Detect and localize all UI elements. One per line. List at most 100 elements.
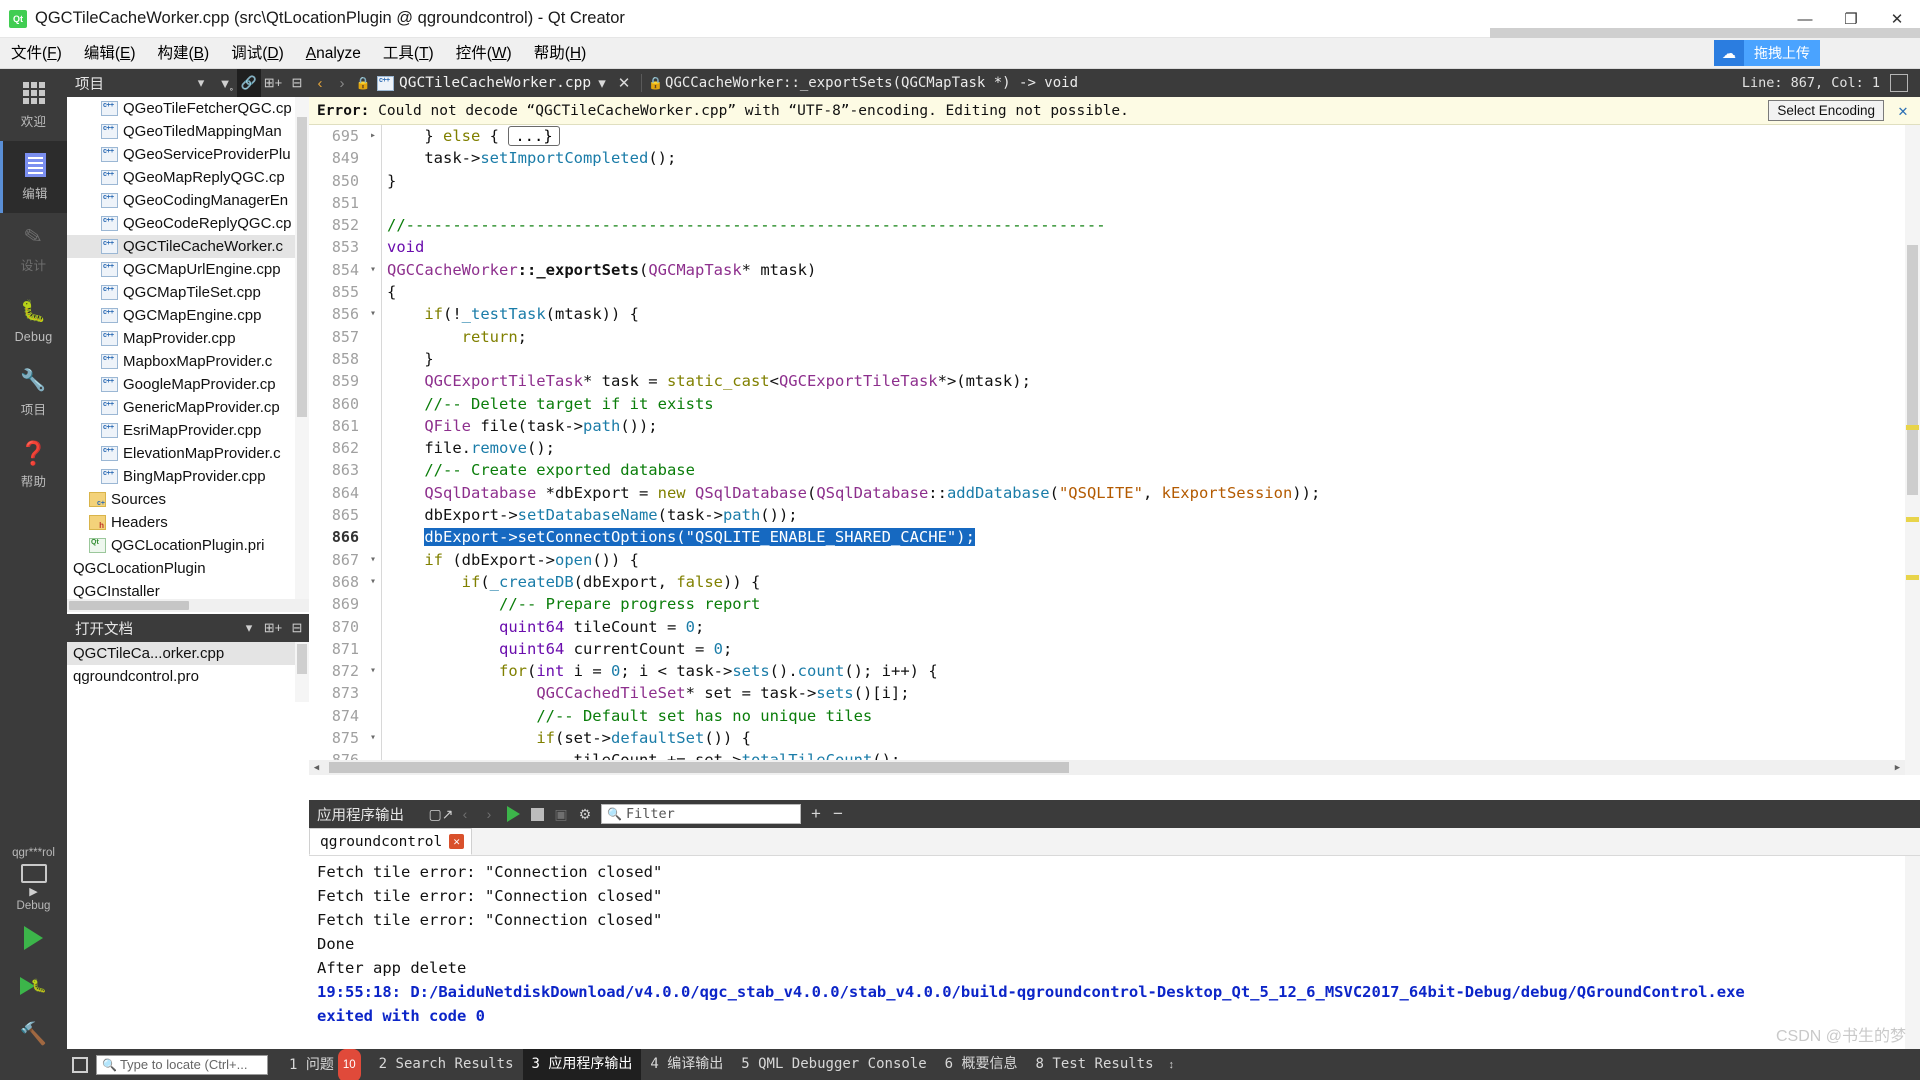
fold-marker-icon[interactable]: ▾	[365, 660, 381, 682]
menu-item-1[interactable]: 编辑(E)	[73, 38, 147, 69]
filter-icon[interactable]: ▼̥	[213, 69, 237, 97]
status-tab-8[interactable]: 8 Test Results	[1027, 1049, 1163, 1080]
fold-marker-icon[interactable]	[365, 326, 381, 348]
code-line[interactable]: 849 task->setImportCompleted();	[309, 147, 1920, 169]
output-vertical-scrollbar[interactable]	[1905, 856, 1920, 1058]
kit-selector[interactable]: qgr***rol ▶ Debug	[0, 843, 67, 914]
output-filter-input[interactable]: 🔍 Filter	[601, 804, 801, 824]
split-editor-icon[interactable]	[1890, 74, 1908, 92]
next-icon[interactable]: ›	[477, 800, 501, 828]
open-docs-chevron-down-icon[interactable]: ▾	[237, 614, 261, 642]
fold-marker-icon[interactable]	[365, 281, 381, 303]
status-tab-3[interactable]: 3 应用程序输出	[523, 1049, 642, 1080]
output-tab-qgroundcontrol[interactable]: qgroundcontrol ✕	[309, 828, 472, 855]
kit-selector-area[interactable]: qgr***rol ▶ Debug 🐛 🔨	[0, 843, 67, 1058]
upload-badge[interactable]: ☁ 拖拽上传	[1714, 40, 1820, 66]
tree-item[interactable]: BingMapProvider.cpp	[67, 465, 309, 488]
mode-帮助[interactable]: ❓帮助	[0, 429, 67, 501]
output-tab-close-icon[interactable]: ✕	[449, 834, 464, 849]
status-tab-1[interactable]: 1 问题10	[280, 1049, 370, 1080]
tree-item[interactable]: QGCInstaller	[67, 580, 309, 599]
code-line[interactable]: 868▾ if(_createDB(dbExport, false)) {	[309, 571, 1920, 593]
tree-item[interactable]: QGeoTiledMappingMan	[67, 120, 309, 143]
code-line[interactable]: 850}	[309, 170, 1920, 192]
nav-back-icon[interactable]: ‹	[309, 69, 331, 97]
open-document-item[interactable]: qgroundcontrol.pro	[67, 665, 309, 688]
code-line[interactable]: 866 dbExport->setConnectOptions("QSQLITE…	[309, 526, 1920, 548]
fold-marker-icon[interactable]	[365, 437, 381, 459]
tree-item[interactable]: EsriMapProvider.cpp	[67, 419, 309, 442]
code-line[interactable]: 851	[309, 192, 1920, 214]
code-line[interactable]: 871 quint64 currentCount = 0;	[309, 638, 1920, 660]
code-line[interactable]: 860 //-- Delete target if it exists	[309, 393, 1920, 415]
tree-item[interactable]: Sources	[67, 488, 309, 511]
fold-marker-icon[interactable]: ▸	[365, 125, 381, 147]
code-vertical-scrollbar[interactable]	[1905, 125, 1920, 775]
zoom-in-button[interactable]: +	[811, 804, 821, 824]
fold-marker-icon[interactable]	[365, 482, 381, 504]
tree-item[interactable]: ElevationMapProvider.c	[67, 442, 309, 465]
project-tree[interactable]: QGeoTileFetcherQGC.cpQGeoTiledMappingMan…	[67, 97, 309, 599]
open-documents-scrollbar[interactable]	[295, 642, 309, 702]
fold-marker-icon[interactable]	[365, 370, 381, 392]
fold-marker-icon[interactable]: ▾	[365, 259, 381, 281]
tree-item[interactable]: QGCMapTileSet.cpp	[67, 281, 309, 304]
menu-item-5[interactable]: 工具(T)	[372, 38, 445, 69]
debug-button[interactable]: 🐛	[0, 962, 67, 1010]
project-tree-scrollbar[interactable]	[295, 97, 309, 599]
mode-编辑[interactable]: 编辑	[0, 141, 67, 213]
fold-marker-icon[interactable]	[365, 214, 381, 236]
hscroll-left-icon[interactable]: ◀	[309, 760, 324, 775]
fold-marker-icon[interactable]	[365, 393, 381, 415]
open-docs-split-icon[interactable]: ⊞+	[261, 614, 285, 642]
fold-marker-icon[interactable]: ▾	[365, 727, 381, 749]
status-tab-6[interactable]: 6 概要信息	[936, 1049, 1027, 1080]
fold-marker-icon[interactable]	[365, 170, 381, 192]
select-encoding-button[interactable]: Select Encoding	[1768, 100, 1884, 121]
menu-item-0[interactable]: 文件(F)	[0, 38, 73, 69]
error-close-icon[interactable]: ✕	[1892, 101, 1914, 120]
zoom-out-button[interactable]: −	[833, 804, 843, 824]
code-line[interactable]: 852//-----------------------------------…	[309, 214, 1920, 236]
open-docs-close-icon[interactable]: ⊟	[285, 614, 309, 642]
code-line[interactable]: 873 QGCCachedTileSet* set = task->sets()…	[309, 682, 1920, 704]
file-dropdown-icon[interactable]: ▾	[591, 69, 613, 97]
menu-item-3[interactable]: 调试(D)	[220, 38, 295, 69]
stop-icon[interactable]	[525, 800, 549, 828]
fold-marker-icon[interactable]	[365, 147, 381, 169]
attach-icon[interactable]: ▣	[549, 800, 573, 828]
locator-input[interactable]: 🔍 Type to locate (Ctrl+...	[96, 1055, 268, 1075]
code-line[interactable]: 875▾ if(set->defaultSet()) {	[309, 727, 1920, 749]
code-line[interactable]: 862 file.remove();	[309, 437, 1920, 459]
fold-marker-icon[interactable]	[365, 682, 381, 704]
fold-marker-icon[interactable]	[365, 526, 381, 548]
tree-item[interactable]: QGCMapUrlEngine.cpp	[67, 258, 309, 281]
code-line[interactable]: 867▾ if (dbExport->open()) {	[309, 549, 1920, 571]
code-horizontal-scrollbar[interactable]: ◀ ▶	[309, 760, 1905, 775]
mode-设计[interactable]: ✎设计	[0, 213, 67, 285]
lock-icon[interactable]: 🔒	[353, 69, 373, 97]
tree-item[interactable]: QGeoTileFetcherQGC.cp	[67, 97, 309, 120]
menu-item-6[interactable]: 控件(W)	[445, 38, 523, 69]
tree-item[interactable]: QGeoMapReplyQGC.cp	[67, 166, 309, 189]
output-text-area[interactable]: Fetch tile error: "Connection closed"Fet…	[309, 856, 1920, 1058]
fold-marker-icon[interactable]	[365, 638, 381, 660]
code-line[interactable]: 864 QSqlDatabase *dbExport = new QSqlDat…	[309, 482, 1920, 504]
fold-marker-icon[interactable]	[365, 705, 381, 727]
fold-marker-icon[interactable]	[365, 192, 381, 214]
gear-icon[interactable]: ⚙	[573, 800, 597, 828]
code-line[interactable]: 856▾ if(!_testTask(mtask)) {	[309, 303, 1920, 325]
code-line[interactable]: 869 //-- Prepare progress report	[309, 593, 1920, 615]
locator-toggle-icon[interactable]	[72, 1057, 88, 1073]
tree-item[interactable]: QGeoCodingManagerEn	[67, 189, 309, 212]
menu-item-7[interactable]: 帮助(H)	[523, 38, 598, 69]
tree-item[interactable]: QGCLocationPlugin	[67, 557, 309, 580]
nav-forward-icon[interactable]: ›	[331, 69, 353, 97]
fold-marker-icon[interactable]	[365, 504, 381, 526]
tree-item[interactable]: Headers	[67, 511, 309, 534]
status-tab-2[interactable]: 2 Search Results	[370, 1049, 523, 1080]
tree-item[interactable]: QGCTileCacheWorker.c	[67, 235, 309, 258]
fold-marker-icon[interactable]: ▾	[365, 571, 381, 593]
mode-项目[interactable]: 🔧项目	[0, 357, 67, 429]
close-panel-icon[interactable]: ⊟	[285, 69, 309, 97]
